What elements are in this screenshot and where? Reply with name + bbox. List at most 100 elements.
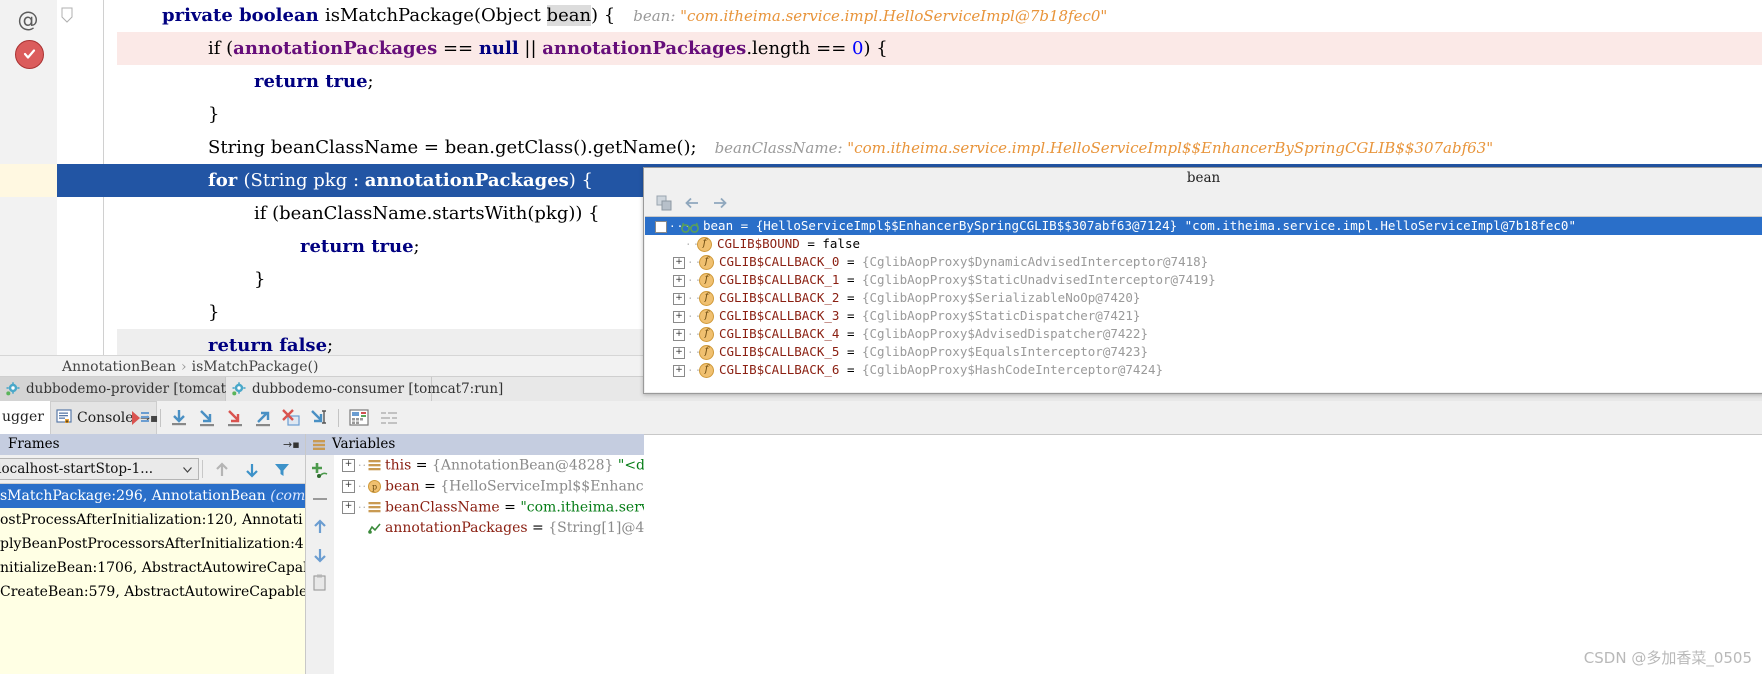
back-arrow-icon[interactable] <box>682 193 702 213</box>
frames-list[interactable]: sMatchPackage:296, AnnotationBean (com.a… <box>0 484 305 674</box>
thread-selector[interactable]: "localhost-startStop-1... <box>0 458 199 480</box>
frames-panel[interactable]: Frames →▪ "localhost-startStop-1... sMat… <box>0 434 305 674</box>
debugger-toolbar[interactable]: ugger Console →▪ <box>0 401 1762 435</box>
code-token: for <box>208 170 244 191</box>
frame-list-item[interactable]: ostProcessAfterInitialization:120, Annot… <box>0 508 305 532</box>
popup-variable-name: CGLIB$CALLBACK_0 <box>719 254 840 269</box>
expand-toggle-icon[interactable]: + <box>673 256 685 269</box>
variable-row[interactable]: +·· pbean = {HelloServiceImpl$$EnhancerBy… <box>334 476 644 497</box>
array-icon <box>368 522 381 535</box>
annotation-icon[interactable]: @ <box>16 8 40 32</box>
forward-arrow-icon[interactable] <box>710 193 730 213</box>
code-line-text: if (beanClassName.startsWith(pkg)) { <box>117 203 600 224</box>
force-step-into-icon[interactable] <box>224 407 246 429</box>
step-over-icon[interactable] <box>168 407 190 429</box>
filter-icon[interactable] <box>272 460 292 480</box>
popup-title: bean <box>644 168 1762 189</box>
tree-connector: ·· <box>358 459 367 472</box>
tab-debugger[interactable]: ugger <box>0 401 52 434</box>
inline-debug-hint: bean: "com.itheima.service.impl.HelloSer… <box>633 7 1107 25</box>
popup-variable-row[interactable]: +···f CGLIB$CALLBACK_5 = {CglibAopProxy$E… <box>645 343 1762 361</box>
variable-row[interactable]: +·· beanClassName = "com.itheima.servic <box>334 497 644 518</box>
tree-connector: ·· <box>358 480 367 493</box>
value-inspector-popup[interactable]: bean - ··· bean = {HelloServiceImpl$$Enhan… <box>643 167 1762 394</box>
remove-watch-icon[interactable] <box>310 489 330 509</box>
expand-toggle-icon[interactable]: - <box>655 220 667 233</box>
gutter-current-line <box>0 164 57 197</box>
popup-variable-row[interactable]: +···f CGLIB$CALLBACK_3 = {CglibAopProxy$S… <box>645 307 1762 325</box>
code-token: == <box>437 38 479 59</box>
tree-connector: ··· <box>687 362 709 380</box>
run-to-cursor-icon[interactable] <box>308 407 330 429</box>
expand-toggle-icon[interactable]: + <box>342 480 355 493</box>
code-token: } <box>208 302 220 323</box>
code-token: ; <box>367 71 374 92</box>
popup-variable-row[interactable]: +···f CGLIB$CALLBACK_0 = {CglibAopProxy$D… <box>645 253 1762 271</box>
run-tab[interactable]: dubbodemo-provider [tomcat7:run] <box>0 377 268 401</box>
popup-variable-row[interactable]: +···f CGLIB$CALLBACK_1 = {CglibAopProxy$S… <box>645 271 1762 289</box>
expand-toggle-icon[interactable]: + <box>673 292 685 305</box>
frame-list-item[interactable]: sMatchPackage:296, AnnotationBean (com.a… <box>0 484 305 508</box>
object-icon <box>368 459 381 472</box>
new-watch-icon[interactable] <box>654 193 674 213</box>
popup-variable-row[interactable]: ···f CGLIB$BOUND = false <box>645 235 1762 253</box>
variable-row[interactable]: annotationPackages = {String[1]@4831} <box>334 518 644 539</box>
expand-toggle-icon[interactable]: + <box>673 310 685 323</box>
run-tab[interactable]: dubbodemo-consumer [tomcat7:run] <box>226 377 503 401</box>
field-icon: f <box>699 345 714 360</box>
code-line[interactable]: return true; <box>117 65 1762 98</box>
frames-toolbar[interactable]: "localhost-startStop-1... <box>0 455 305 484</box>
expand-toggle-icon[interactable]: + <box>342 459 355 472</box>
evaluate-expression-icon[interactable] <box>348 407 370 429</box>
popup-toolbar[interactable] <box>644 189 1762 216</box>
tree-connector: ··· <box>687 326 709 344</box>
variables-toolbar[interactable] <box>306 455 335 674</box>
frame-down-icon[interactable] <box>242 460 262 480</box>
frame-list-item[interactable]: plyBeanPostProcessorsAfterInitialization… <box>0 532 305 556</box>
expand-toggle-icon[interactable]: + <box>673 364 685 377</box>
expand-toggle-icon[interactable]: + <box>673 328 685 341</box>
expand-toggle-icon[interactable]: + <box>673 274 685 287</box>
variables-panel[interactable]: Variables + ·· this = {AnnotationBean@48… <box>305 434 644 674</box>
show-execution-point-icon[interactable] <box>129 407 151 429</box>
popup-variable-equals: = <box>839 308 862 323</box>
code-line[interactable]: private boolean isMatchPackage(Object be… <box>117 0 1762 32</box>
step-out-icon[interactable] <box>252 407 274 429</box>
expand-toggle-icon[interactable]: + <box>673 346 685 359</box>
copy-value-icon[interactable] <box>310 573 330 593</box>
popup-rows[interactable]: - ··· bean = {HelloServiceImpl$$EnhancerBy… <box>645 216 1762 392</box>
frames-settings-icon[interactable]: →▪ <box>283 438 300 453</box>
step-into-icon[interactable] <box>196 407 218 429</box>
popup-variable-row[interactable]: +···f CGLIB$CALLBACK_4 = {CglibAopProxy$A… <box>645 325 1762 343</box>
mute-breakpoints-icon[interactable] <box>378 407 400 429</box>
popup-variable-row[interactable]: +···f CGLIB$CALLBACK_6 = {CglibAopProxy$H… <box>645 361 1762 379</box>
code-token: String beanClassName = bean.getClass().g… <box>208 137 697 158</box>
expand-toggle-icon[interactable]: + <box>342 501 355 514</box>
frame-method: CreateBean:579, <box>0 584 125 600</box>
popup-variable-equals: = <box>799 236 823 251</box>
popup-variable-row[interactable]: +···f CGLIB$CALLBACK_2 = {CglibAopProxy$S… <box>645 289 1762 307</box>
variable-row[interactable]: +·· this = {AnnotationBean@4828} "<dubbo: <box>334 455 644 476</box>
code-line[interactable]: if (annotationPackages == null || annota… <box>117 32 1762 65</box>
frame-method: nitializeBean:1706, <box>0 560 142 576</box>
frame-list-item[interactable]: nitializeBean:1706, AbstractAutowireCapa… <box>0 556 305 580</box>
breadcrumb-method[interactable]: isMatchPackage() <box>192 359 319 375</box>
move-watch-up-icon[interactable] <box>310 517 330 537</box>
tree-connector: ··· <box>685 236 707 254</box>
frame-list-item[interactable]: CreateBean:579, AbstractAutowireCapableB… <box>0 580 305 604</box>
move-watch-down-icon[interactable] <box>310 545 330 565</box>
variable-name: this <box>385 457 412 474</box>
code-fold-marker-icon[interactable] <box>60 6 74 26</box>
frame-method: plyBeanPostProcessorsAfterInitialization… <box>0 536 304 552</box>
add-watch-icon[interactable] <box>310 461 330 481</box>
popup-variable-row[interactable]: - ··· bean = {HelloServiceImpl$$EnhancerBy… <box>645 217 1762 235</box>
breakpoint-verified-icon[interactable] <box>15 40 44 69</box>
code-token: boolean <box>239 5 325 26</box>
code-line[interactable]: } <box>117 98 1762 131</box>
variables-list[interactable]: +··this = {AnnotationBean@4828} "<dubbo:… <box>334 455 644 674</box>
drop-frame-icon[interactable] <box>280 407 302 429</box>
code-line[interactable]: String beanClassName = bean.getClass().g… <box>117 131 1762 164</box>
popup-variable-name: CGLIB$CALLBACK_5 <box>719 344 840 359</box>
breadcrumb-class[interactable]: AnnotationBean <box>62 359 176 375</box>
frame-up-icon[interactable] <box>212 460 232 480</box>
